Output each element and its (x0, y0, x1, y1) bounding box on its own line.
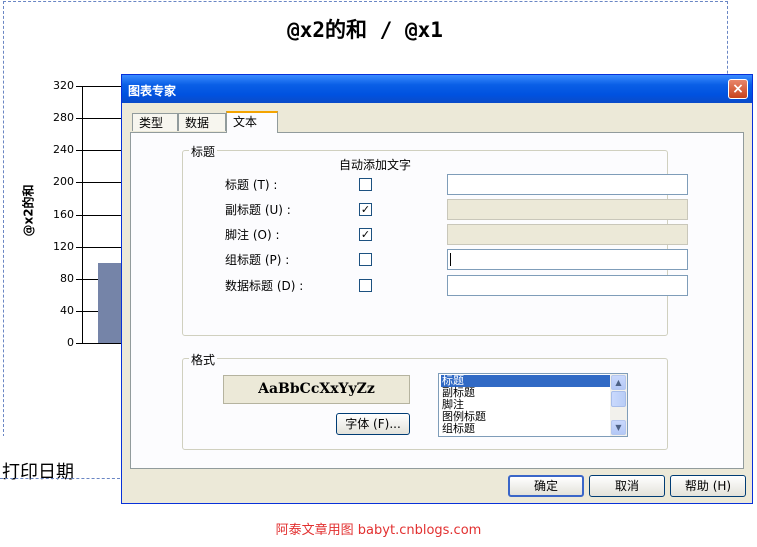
scroll-down-icon[interactable]: ▼ (611, 420, 626, 435)
y-tick (76, 246, 82, 248)
y-tick-label: 120 (53, 239, 74, 253)
chart-expert-dialog: 图表专家 × 类型 数据 文本 标题 自动添加文字 标题 (T) : 副标题 (… (121, 74, 753, 504)
y-tick (76, 118, 82, 120)
group-title-auto-checkbox[interactable] (359, 253, 372, 266)
y-gridline (83, 118, 123, 120)
font-button[interactable]: 字体 (F)... (336, 413, 410, 435)
y-tick-label: 280 (53, 111, 74, 125)
group-title-field-label: 组标题 (P) : (225, 253, 290, 267)
cancel-button[interactable]: 取消 (589, 475, 665, 497)
data-title-field-label: 数据标题 (D) : (225, 279, 304, 293)
titles-group-legend: 标题 (189, 143, 218, 160)
print-date-label: 打印日期 (2, 462, 74, 483)
help-button[interactable]: 帮助 (H) (670, 475, 746, 497)
list-item[interactable]: 组标题 (441, 423, 476, 435)
tab-panel-text: 标题 自动添加文字 标题 (T) : 副标题 (U) : ✓ 脚注 (O) : … (130, 132, 744, 469)
group-title-input[interactable] (447, 249, 688, 270)
tab-type[interactable]: 类型 (132, 113, 178, 131)
y-tick (76, 182, 82, 184)
title-type-listbox[interactable]: 标题 副标题 脚注 图例标题 组标题 ▲ ▼ (438, 373, 628, 437)
auto-text-header: 自动添加文字 (339, 158, 412, 172)
y-gridline (83, 150, 123, 152)
title-auto-checkbox[interactable] (359, 178, 372, 191)
y-tick (76, 86, 82, 87)
title-field-label: 标题 (T) : (225, 178, 278, 192)
subtitle-field-label: 副标题 (U) : (225, 203, 291, 217)
dialog-title: 图表专家 (128, 84, 177, 98)
close-icon[interactable]: × (728, 79, 748, 99)
y-gridline (83, 343, 123, 344)
format-group-legend: 格式 (189, 351, 218, 368)
y-tick-label: 80 (60, 271, 74, 285)
y-gridline (83, 214, 123, 216)
y-tick-label: 240 (53, 143, 74, 157)
subtitle-auto-checkbox[interactable]: ✓ (359, 203, 372, 216)
font-preview: AaBbCcXxYyZz (223, 375, 410, 404)
scroll-up-icon[interactable]: ▲ (611, 375, 626, 390)
y-tick (76, 150, 82, 152)
y-tick (76, 214, 82, 216)
data-title-auto-checkbox[interactable] (359, 279, 372, 292)
y-tick (76, 310, 82, 312)
y-gridline (83, 182, 123, 184)
scroll-thumb[interactable] (611, 391, 626, 407)
y-tick (76, 278, 82, 280)
y-tick-label: 200 (53, 175, 74, 189)
y-tick-label: 40 (60, 303, 74, 317)
listbox-scrollbar[interactable]: ▲ ▼ (610, 374, 627, 436)
footnote-input[interactable] (447, 224, 688, 245)
chart-bar (98, 262, 122, 343)
print-date-divider (0, 478, 120, 479)
y-tick-label: 0 (67, 336, 74, 349)
dialog-titlebar[interactable]: 图表专家 × (122, 75, 752, 103)
y-tick (76, 343, 82, 344)
titles-groupbox: 标题 自动添加文字 标题 (T) : 副标题 (U) : ✓ 脚注 (O) : … (182, 143, 688, 336)
subtitle-input[interactable] (447, 199, 688, 220)
y-gridline (83, 246, 123, 248)
data-title-input[interactable] (447, 275, 688, 296)
format-groupbox: 格式 AaBbCcXxYyZz 字体 (F)... 标题 副标题 脚注 图例标题… (182, 351, 668, 450)
y-gridline (83, 86, 123, 87)
text-caret (450, 253, 451, 266)
title-input[interactable] (447, 174, 688, 195)
footer-credit: 阿泰文章用图 babyt.cnblogs.com (275, 523, 482, 538)
tab-text[interactable]: 文本 (226, 111, 278, 133)
footnote-field-label: 脚注 (O) : (225, 228, 280, 242)
tab-data[interactable]: 数据 (178, 113, 226, 131)
y-tick-label: 320 (53, 79, 74, 92)
y-tick-label: 160 (53, 207, 74, 221)
report-title: @x2的和 / @x1 (287, 18, 443, 42)
footnote-auto-checkbox[interactable]: ✓ (359, 228, 372, 241)
ok-button[interactable]: 确定 (508, 475, 584, 497)
